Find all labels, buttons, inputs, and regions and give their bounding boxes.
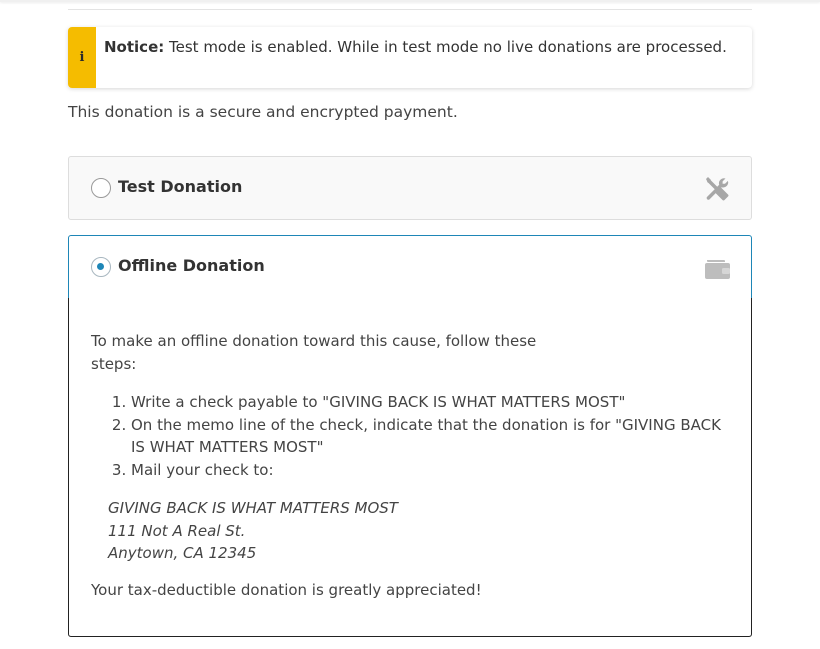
notice-accent-bar: i: [68, 27, 96, 88]
offline-donation-radio[interactable]: [91, 257, 111, 277]
offline-donation-label[interactable]: Offline Donation: [118, 256, 265, 275]
gateway-option-offline-donation[interactable]: Offline Donation: [68, 235, 752, 299]
thank-you-text: Your tax-deductible donation is greatly …: [91, 581, 482, 599]
wallet-icon: [705, 260, 730, 279]
secure-payment-text: This donation is a secure and encrypted …: [68, 103, 458, 121]
instructions-steps: Write a check payable to "GIVING BACK IS…: [91, 391, 731, 481]
notice-label: Notice:: [104, 38, 165, 56]
address-line-street: 111 Not A Real St.: [108, 521, 246, 540]
tools-icon: [706, 177, 729, 201]
step-item: On the memo line of the check, indicate …: [131, 414, 731, 459]
top-edge: [0, 0, 820, 2]
gateway-option-test-donation[interactable]: Test Donation: [68, 156, 752, 220]
test-mode-notice: i Notice: Test mode is enabled. While in…: [68, 27, 752, 88]
address-line-city: Anytown, CA 12345: [108, 544, 257, 562]
divider: [68, 9, 752, 10]
notice-text: Notice: Test mode is enabled. While in t…: [104, 37, 734, 58]
test-donation-label[interactable]: Test Donation: [118, 177, 242, 196]
mailing-address: GIVING BACK IS WHAT MATTERS MOST 111 Not…: [108, 497, 398, 565]
address-line-payee: GIVING BACK IS WHAT MATTERS MOST: [108, 499, 398, 517]
info-icon: i: [79, 50, 85, 65]
instructions-intro: To make an offline donation toward this …: [91, 332, 537, 373]
test-donation-radio[interactable]: [91, 178, 111, 198]
offline-donation-instructions: To make an offline donation toward this …: [68, 298, 752, 637]
step-item: Write a check payable to "GIVING BACK IS…: [131, 391, 731, 414]
step-item: Mail your check to:: [131, 459, 731, 482]
notice-message: Test mode is enabled. While in test mode…: [169, 38, 727, 56]
